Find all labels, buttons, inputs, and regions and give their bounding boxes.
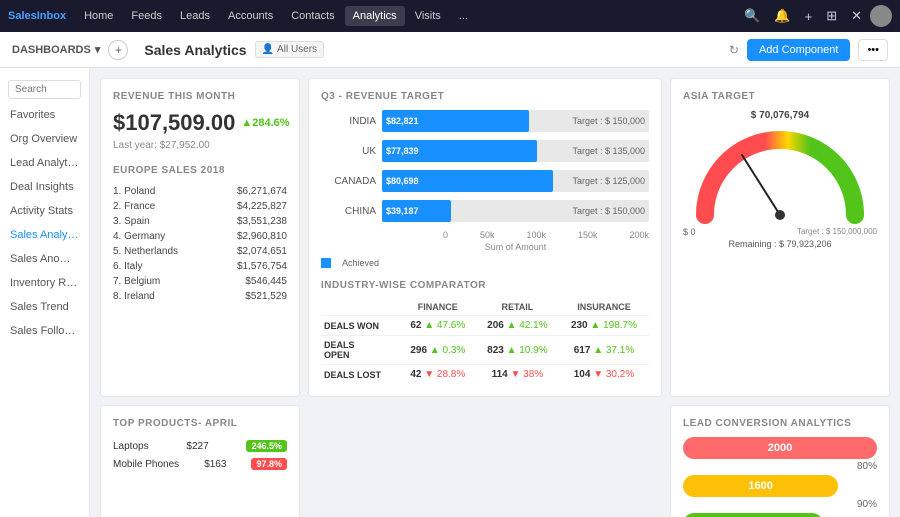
asia-label: ASIA TARGET: [683, 91, 877, 102]
list-item: 1. Poland$6,271,674: [113, 184, 287, 199]
dashboard-content: REVENUE THIS MONTH $107,509.00 ▲ 284.6% …: [90, 68, 900, 517]
asia-top-value: $ 70,076,794: [751, 110, 809, 121]
search-input[interactable]: [8, 80, 81, 99]
asia-target-card: ASIA TARGET $ 70,076,794: [670, 78, 890, 397]
main-content: Favorites Org Overview Lead Analytics De…: [0, 68, 900, 517]
europe-section: EUROPE SALES 2018 1. Poland$6,271,674 2.…: [113, 165, 287, 304]
lead-conversion-card: LEAD CONVERSION ANALYTICS 2000 80% 1600 …: [670, 405, 890, 517]
sidebar-item-sales-trend[interactable]: Sales Trend: [0, 295, 89, 319]
refresh-icon[interactable]: ↻: [729, 43, 739, 57]
all-users-badge[interactable]: 👤 All Users: [255, 41, 324, 58]
bar-row-uk: UK $77,839 Target : $ 135,000: [321, 140, 649, 162]
list-item: 7. Belgium$546,445: [113, 274, 287, 289]
dashboards-button[interactable]: DASHBOARDS ▾: [12, 43, 100, 56]
chevron-down-icon: ▾: [95, 43, 101, 56]
industry-table: FINANCE RETAIL INSURANCE DEALS WON 62 ▲ …: [321, 299, 649, 384]
product-row-laptops: Laptops $227 246.5%: [113, 437, 287, 455]
top-navigation: SalesInbox Home Feeds Leads Accounts Con…: [0, 0, 900, 32]
list-item: 5. Netherlands$2,074,651: [113, 244, 287, 259]
grid-icon[interactable]: ⊞: [820, 4, 843, 28]
avatar[interactable]: [870, 5, 892, 27]
product-badge-phones: 97.8%: [251, 458, 287, 470]
add-component-button[interactable]: Add Component: [747, 39, 851, 61]
close-icon[interactable]: ✕: [845, 4, 868, 28]
sidebar-item-inventory-reports[interactable]: Inventory Reports: [0, 271, 89, 295]
list-item: 8. Ireland$521,529: [113, 289, 287, 304]
sidebar: Favorites Org Overview Lead Analytics De…: [0, 68, 90, 517]
europe-label: EUROPE SALES 2018: [113, 165, 287, 176]
gauge-container: $ 70,076,794: [683, 110, 877, 249]
product-badge-laptops: 246.5%: [246, 440, 287, 452]
logo: SalesInbox: [8, 10, 66, 22]
top-products-card: TOP PRODUCTS- APRIL Laptops $227 246.5% …: [100, 405, 300, 517]
industry-section: INDUSTRY-WISE COMPARATOR FINANCE RETAIL …: [321, 280, 649, 384]
gauge-amounts: $ 0 Target : $ 150,000,000: [683, 227, 877, 237]
lead-conversion-label: LEAD CONVERSION ANALYTICS: [683, 418, 877, 429]
list-item: 4. Germany$2,960,810: [113, 229, 287, 244]
list-item: 3. Spain$3,551,238: [113, 214, 287, 229]
sub-navigation: DASHBOARDS ▾ + Sales Analytics 👤 All Use…: [0, 32, 900, 68]
nav-visits[interactable]: Visits: [407, 6, 449, 26]
revenue-last-year: Last year: $27,952.00: [113, 140, 287, 151]
lead-bars: 2000 80% 1600 90% 1440 75% 1080: [683, 437, 877, 517]
bar-row-canada: CANADA $80,698 Target : $ 125,000: [321, 170, 649, 192]
users-icon: 👤: [262, 44, 274, 55]
subnav-left: DASHBOARDS ▾ + Sales Analytics 👤 All Use…: [12, 40, 324, 60]
asia-remaining: Remaining : $ 79,923,206: [728, 239, 831, 249]
subnav-right: ↻ Add Component •••: [729, 39, 888, 61]
list-item: 2. France$4,225,827: [113, 199, 287, 214]
lead-pct-1: 80%: [683, 461, 877, 472]
revenue-growth-badge: ▲ 284.6%: [241, 117, 289, 129]
list-item: 6. Italy$1,576,754: [113, 259, 287, 274]
nav-accounts[interactable]: Accounts: [220, 6, 281, 26]
nav-contacts[interactable]: Contacts: [283, 6, 342, 26]
add-dashboard-button[interactable]: +: [108, 40, 128, 60]
lead-pct-2: 90%: [683, 499, 877, 510]
sidebar-item-sales-analytics[interactable]: Sales Analytics: [0, 223, 89, 247]
q3-label: Q3 - REVENUE TARGET: [321, 91, 649, 102]
lead-bar-created: 2000: [683, 437, 877, 459]
table-row: DEALS WON 62 ▲ 47.6% 206 ▲ 42.1% 230 ▲ 1…: [321, 316, 649, 336]
nav-more[interactable]: ...: [451, 6, 476, 26]
bar-row-india: INDIA $82,821 Target : $ 150,000: [321, 110, 649, 132]
revenue-card: REVENUE THIS MONTH $107,509.00 ▲ 284.6% …: [100, 78, 300, 397]
sidebar-item-activity-stats[interactable]: Activity Stats: [0, 199, 89, 223]
sidebar-item-org-overview[interactable]: Org Overview: [0, 127, 89, 151]
lead-bar-converted: 1600: [683, 475, 838, 497]
table-row: DEALSOPEN 296 ▲ 0.3% 823 ▲ 10.9% 617 ▲ 3…: [321, 336, 649, 365]
chart-legend: Achieved: [321, 258, 649, 268]
nav-home[interactable]: Home: [76, 6, 121, 26]
q3-revenue-card: Q3 - REVENUE TARGET INDIA $82,821 Target…: [308, 78, 662, 397]
nav-analytics[interactable]: Analytics: [345, 6, 405, 26]
search-icon[interactable]: 🔍: [738, 4, 766, 28]
arrow-up-icon: ▲: [241, 117, 252, 129]
q3-bar-chart: INDIA $82,821 Target : $ 150,000 UK $77,…: [321, 110, 649, 268]
more-options-button[interactable]: •••: [858, 39, 888, 61]
sidebar-item-sales-followup[interactable]: Sales Follow-up T: [0, 319, 89, 343]
page-title: Sales Analytics: [144, 42, 246, 58]
revenue-label: REVENUE THIS MONTH: [113, 91, 287, 102]
achieved-legend-box: [321, 258, 331, 268]
revenue-amount: $107,509.00 ▲ 284.6%: [113, 110, 287, 136]
europe-list: 1. Poland$6,271,674 2. France$4,225,827 …: [113, 184, 287, 304]
sidebar-item-lead-analytics[interactable]: Lead Analytics: [0, 151, 89, 175]
sidebar-item-favorites[interactable]: Favorites: [0, 103, 89, 127]
products-label: TOP PRODUCTS- APRIL: [113, 418, 287, 429]
gauge-chart: [690, 125, 870, 225]
lead-bar-deals-created: 1440: [683, 513, 823, 517]
chart-x-label: Sum of Amount: [382, 242, 649, 252]
bell-icon[interactable]: 🔔: [768, 4, 796, 28]
table-row: DEALS LOST 42 ▼ 28.8% 114 ▼ 38% 104 ▼ 30…: [321, 365, 649, 385]
sidebar-search-container: [0, 76, 89, 103]
nav-feeds[interactable]: Feeds: [123, 6, 170, 26]
sidebar-item-sales-anomalies[interactable]: Sales Anomalies: [0, 247, 89, 271]
chart-axis: 0 50k 100k 150k 200k: [382, 230, 649, 240]
plus-icon[interactable]: +: [799, 5, 819, 28]
sidebar-item-deal-insights[interactable]: Deal Insights: [0, 175, 89, 199]
nav-leads[interactable]: Leads: [172, 6, 218, 26]
industry-label: INDUSTRY-WISE COMPARATOR: [321, 280, 649, 291]
product-row-phones: Mobile Phones $163 97.8%: [113, 455, 287, 473]
bar-row-china: CHINA $39,187 Target : $ 150,000: [321, 200, 649, 222]
